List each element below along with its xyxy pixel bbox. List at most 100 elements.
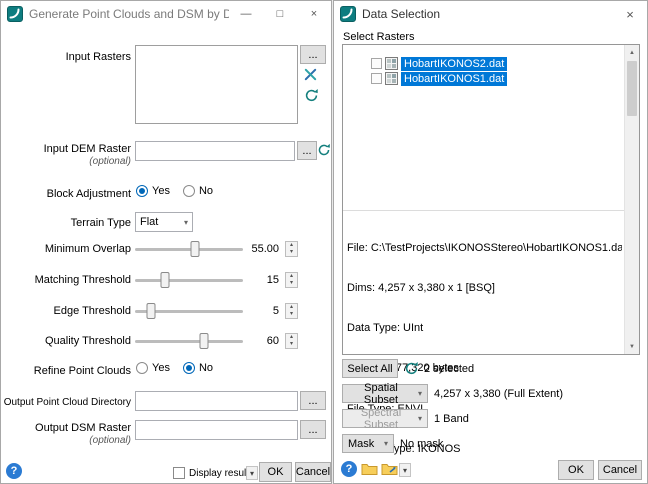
raster-name[interactable]: HobartIKONOS1.dat [401, 72, 507, 86]
slider-handle[interactable] [200, 333, 209, 349]
input-dem-field[interactable] [135, 141, 295, 161]
raster-checkbox[interactable] [371, 73, 382, 84]
spectral-subset-button: Spectral Subset ▾ [342, 409, 428, 428]
close-icon[interactable]: × [613, 1, 647, 27]
spinner-icon[interactable]: ▴▾ [285, 303, 298, 319]
refresh-icon[interactable] [304, 88, 319, 103]
scrollbar[interactable]: ▲ ▼ [624, 45, 639, 354]
block-adjustment-radios: Yes No [136, 185, 213, 197]
output-dsm-field[interactable] [135, 420, 298, 440]
cancel-button[interactable]: Cancel [598, 460, 642, 480]
spin-down-icon[interactable]: ▾ [290, 341, 293, 348]
slider-track[interactable] [135, 340, 243, 343]
info-line: File: C:\TestProjects\IKONOSStereo\Hobar… [347, 242, 622, 255]
open-recent-folder-icon[interactable] [381, 462, 398, 476]
display-options-dropdown-icon[interactable]: ▾ [246, 466, 258, 480]
minimize-icon[interactable]: — [229, 1, 263, 27]
spinner-icon[interactable]: ▴▾ [285, 333, 298, 349]
slider-handle[interactable] [147, 303, 156, 319]
spin-up-icon[interactable]: ▴ [290, 334, 293, 341]
output-point-cloud-field[interactable] [135, 391, 298, 411]
slider-handle[interactable] [191, 241, 200, 257]
radio-label: No [199, 185, 213, 197]
spin-up-icon[interactable]: ▴ [290, 273, 293, 280]
spatial-subset-label: Spatial Subset [348, 382, 414, 406]
slider-track[interactable] [135, 279, 243, 282]
spin-down-icon[interactable]: ▾ [290, 249, 293, 256]
quality-threshold-label: Quality Threshold [1, 335, 131, 348]
display-result-checkbox[interactable] [173, 467, 185, 479]
mask-button[interactable]: Mask ▾ [342, 434, 394, 453]
spatial-subset-button[interactable]: Spatial Subset ▾ [342, 384, 428, 403]
select-rasters-label: Select Rasters [343, 31, 415, 43]
mask-value: No mask [400, 438, 443, 450]
terrain-type-value: Flat [140, 216, 158, 228]
minimum-overlap-value: 55.00 [243, 243, 279, 255]
radio-label: Yes [152, 185, 170, 197]
output-point-cloud-browse-button[interactable]: ... [300, 391, 326, 410]
input-rasters-list[interactable] [135, 45, 298, 124]
spatial-subset-value: 4,257 x 3,380 (Full Extent) [434, 388, 563, 400]
minimum-overlap-row: Minimum Overlap 55.00 ▴▾ [1, 240, 331, 258]
spin-up-icon[interactable]: ▴ [290, 242, 293, 249]
matching-threshold-row: Matching Threshold 15 ▴▾ [1, 271, 331, 289]
ok-button[interactable]: OK [558, 460, 594, 480]
envi-app-icon [340, 6, 356, 22]
chevron-down-icon: ▾ [384, 439, 388, 448]
refresh-icon[interactable] [317, 143, 331, 157]
open-options-dropdown-icon[interactable]: ▾ [399, 463, 411, 477]
quality-threshold-slider[interactable] [135, 332, 243, 350]
raster-icon [385, 57, 398, 70]
refine-no-radio[interactable] [183, 362, 195, 374]
spectral-subset-label: Spectral Subset [348, 407, 414, 431]
matching-threshold-slider[interactable] [135, 271, 243, 289]
raster-name[interactable]: HobartIKONOS2.dat [401, 57, 507, 71]
radio-label: No [199, 362, 213, 374]
input-rasters-browse-button[interactable]: ... [300, 45, 326, 64]
slider-track[interactable] [135, 248, 243, 251]
terrain-type-label: Terrain Type [1, 217, 131, 230]
tools-icon[interactable] [303, 67, 318, 82]
spectral-subset-value: 1 Band [434, 413, 469, 425]
selected-count: 2 selected [424, 363, 474, 375]
edge-threshold-slider[interactable] [135, 302, 243, 320]
scroll-up-icon[interactable]: ▲ [625, 45, 639, 60]
raster-checkbox[interactable] [371, 58, 382, 69]
info-line: Dims: 4,257 x 3,380 x 1 [BSQ] [347, 282, 622, 295]
cancel-button[interactable]: Cancel [295, 462, 331, 482]
minimum-overlap-label: Minimum Overlap [1, 243, 131, 256]
block-adjustment-yes-radio[interactable] [136, 185, 148, 197]
spinner-icon[interactable]: ▴▾ [285, 241, 298, 257]
spin-down-icon[interactable]: ▾ [290, 280, 293, 287]
maximize-icon[interactable]: □ [263, 1, 297, 27]
input-dem-browse-button[interactable]: ... [297, 141, 317, 160]
raster-list-item[interactable]: HobartIKONOS2.dat [371, 56, 507, 71]
close-icon[interactable]: × [297, 1, 331, 27]
terrain-type-select[interactable]: Flat ▾ [135, 212, 193, 232]
spinner-icon[interactable]: ▴▾ [285, 272, 298, 288]
refresh-icon[interactable] [404, 361, 419, 376]
open-folder-icon[interactable] [361, 462, 378, 476]
help-icon[interactable]: ? [6, 463, 22, 479]
input-dem-optional-label: (optional) [1, 156, 131, 167]
panel-divider [343, 210, 624, 211]
minimum-overlap-slider[interactable] [135, 240, 243, 258]
ok-button[interactable]: OK [259, 462, 292, 482]
matching-threshold-label: Matching Threshold [1, 274, 131, 287]
matching-threshold-value: 15 [243, 274, 279, 286]
block-adjustment-no-radio[interactable] [183, 185, 195, 197]
scroll-thumb[interactable] [627, 61, 637, 116]
radio-label: Yes [152, 362, 170, 374]
refine-yes-radio[interactable] [136, 362, 148, 374]
help-icon[interactable]: ? [341, 461, 357, 477]
mask-label: Mask [348, 438, 374, 450]
select-all-button[interactable]: Select All [342, 359, 398, 378]
spin-up-icon[interactable]: ▴ [290, 304, 293, 311]
chevron-down-icon: ▾ [418, 414, 422, 423]
output-dsm-browse-button[interactable]: ... [300, 420, 326, 439]
spin-down-icon[interactable]: ▾ [290, 311, 293, 318]
raster-list-item[interactable]: HobartIKONOS1.dat [371, 71, 507, 86]
scroll-down-icon[interactable]: ▼ [625, 339, 639, 354]
titlebar: Generate Point Clouds and DSM by Dense..… [1, 1, 331, 27]
slider-handle[interactable] [161, 272, 170, 288]
